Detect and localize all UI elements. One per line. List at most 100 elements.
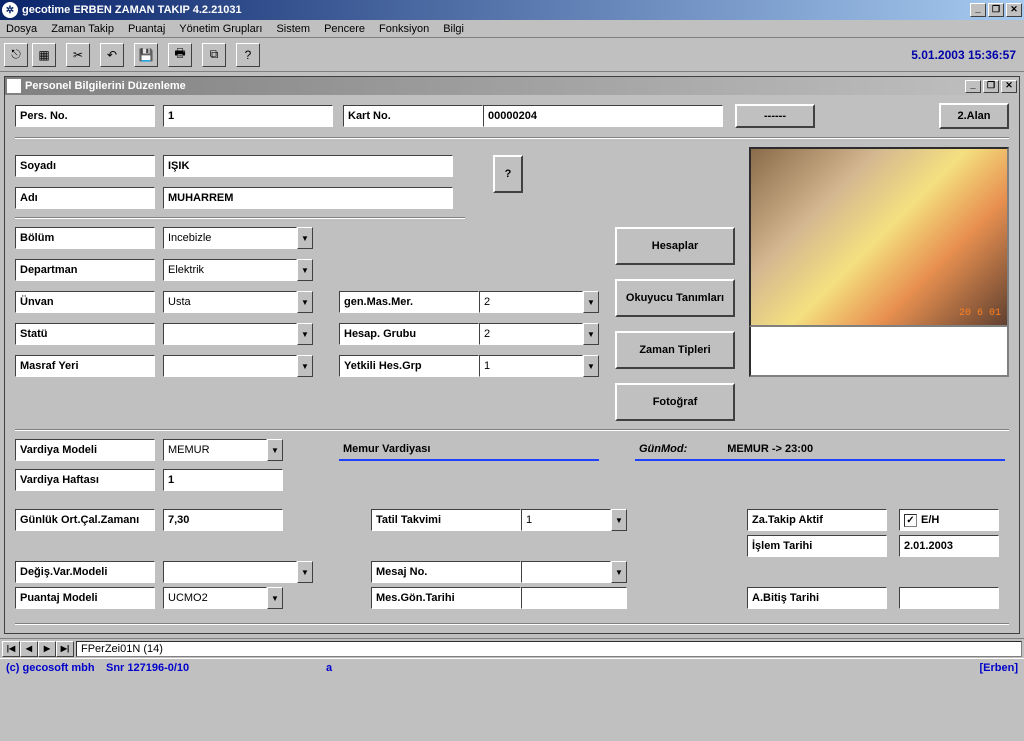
save-icon[interactable]: 💾 [134,43,158,67]
toolbar: ⎋ ▦ ✂ ↶ 💾 🖶 ⧉ ? 5.01.2003 15:36:57 [0,38,1024,72]
dept-field[interactable]: Elektrik [163,259,297,281]
statusbar: (c) gecosoft mbh Snr 127196-0/10 a [Erbe… [0,658,1024,676]
genmas-label: gen.Mas.Mer. [339,291,479,313]
fotograf-button[interactable]: Fotoğraf [615,383,735,421]
mesaj-field[interactable] [521,561,611,583]
unvan-dropdown[interactable]: ▼ [297,291,313,313]
tatil-dropdown[interactable]: ▼ [611,509,627,531]
close-button[interactable]: ✕ [1006,3,1022,17]
vardiya-hafta-field[interactable]: 1 [163,469,283,491]
dash-button[interactable]: ------ [735,104,815,128]
menu-fonksiyon[interactable]: Fonksiyon [379,23,429,35]
hesgrp-field[interactable]: 2 [479,323,583,345]
islem-field[interactable]: 2.01.2003 [899,535,999,557]
abitis-field[interactable] [899,587,999,609]
nav-last-button[interactable]: ▶| [56,641,74,657]
nav-prev-button[interactable]: ◀ [20,641,38,657]
question-button[interactable]: ? [493,155,523,193]
nav-first-button[interactable]: |◀ [2,641,20,657]
record-navbar: |◀ ◀ ▶ ▶| FPerZei01N (14) [0,638,1024,658]
tatil-field[interactable]: 1 [521,509,611,531]
degis-dropdown[interactable]: ▼ [297,561,313,583]
statu-dropdown[interactable]: ▼ [297,323,313,345]
print-icon[interactable]: 🖶 [168,43,192,67]
unvan-field[interactable]: Usta [163,291,297,313]
bolum-dropdown[interactable]: ▼ [297,227,313,249]
photo-caption [749,327,1009,377]
menu-pencere[interactable]: Pencere [324,23,365,35]
alan-button[interactable]: 2.Alan [939,103,1009,129]
child-title: Personel Bilgilerini Düzenleme [25,80,963,92]
menu-bilgi[interactable]: Bilgi [443,23,464,35]
vardiya-model-field[interactable]: MEMUR [163,439,267,461]
titlebar: ✲ gecotime ERBEN ZAMAN TAKIP 4.2.21031 _… [0,0,1024,20]
child-minimize-button[interactable]: _ [965,80,981,93]
gunluk-field[interactable]: 7,30 [163,509,283,531]
degis-field[interactable] [163,561,297,583]
gunmod-value: MEMUR -> 23:00 [727,443,813,455]
pers-no-field[interactable]: 1 [163,105,333,127]
app-icon: ✲ [2,2,18,18]
exit-icon[interactable]: ⎋ [4,43,28,67]
puantaj-dropdown[interactable]: ▼ [267,587,283,609]
puantaj-field[interactable]: UCMO2 [163,587,267,609]
genmas-field[interactable]: 2 [479,291,583,313]
minimize-button[interactable]: _ [970,3,986,17]
abitis-label: A.Bitiş Tarihi [747,587,887,609]
adi-label: Adı [15,187,155,209]
menu-puantaj[interactable]: Puantaj [128,23,165,35]
datetime-display: 5.01.2003 15:36:57 [911,48,1016,62]
dept-label: Departman [15,259,155,281]
okuyucu-button[interactable]: Okuyucu Tanımları [615,279,735,317]
bolum-field[interactable]: Incebizle [163,227,297,249]
vardiya-model-dropdown[interactable]: ▼ [267,439,283,461]
app-title: gecotime ERBEN ZAMAN TAKIP 4.2.21031 [22,4,968,16]
menu-yonetim[interactable]: Yönetim Grupları [179,23,262,35]
mesaj-label: Mesaj No. [371,561,521,583]
hesaplar-button[interactable]: Hesaplar [615,227,735,265]
kart-no-label: Kart No. [343,105,483,127]
zakip-field[interactable]: ✓ E/H [899,509,999,531]
vardiya-model-label: Vardiya Modeli [15,439,155,461]
dept-dropdown[interactable]: ▼ [297,259,313,281]
mesgon-field[interactable] [521,587,627,609]
tatil-label: Tatil Takvimi [371,509,521,531]
masraf-field[interactable] [163,355,297,377]
child-window: Personel Bilgilerini Düzenleme _ ❐ ✕ Per… [4,76,1020,634]
hesgrp-dropdown[interactable]: ▼ [583,323,599,345]
kart-no-field[interactable]: 00000204 [483,105,723,127]
adi-field[interactable]: MUHARREM [163,187,453,209]
zaman-tipleri-button[interactable]: Zaman Tipleri [615,331,735,369]
genmas-dropdown[interactable]: ▼ [583,291,599,313]
yetkiligrp-field[interactable]: 1 [479,355,583,377]
menu-dosya[interactable]: Dosya [6,23,37,35]
mesaj-dropdown[interactable]: ▼ [611,561,627,583]
cut-icon[interactable]: ✂ [66,43,90,67]
gunmod-label: GünMod: [639,443,687,455]
child-close-button[interactable]: ✕ [1001,80,1017,93]
mesgon-label: Mes.Gön.Tarihi [371,587,521,609]
pers-no-label: Pers. No. [15,105,155,127]
soyadi-field[interactable]: IŞIK [163,155,453,177]
help-icon[interactable]: ? [236,43,260,67]
yetkiligrp-dropdown[interactable]: ▼ [583,355,599,377]
yetkiligrp-label: Yetkili Hes.Grp [339,355,479,377]
undo-icon[interactable]: ↶ [100,43,124,67]
grid-icon[interactable]: ▦ [32,43,56,67]
child-titlebar: Personel Bilgilerini Düzenleme _ ❐ ✕ [5,77,1019,95]
form-icon [7,79,21,93]
nav-next-button[interactable]: ▶ [38,641,56,657]
maximize-button[interactable]: ❐ [988,3,1004,17]
statu-field[interactable] [163,323,297,345]
menu-zaman-takip[interactable]: Zaman Takip [51,23,114,35]
child-maximize-button[interactable]: ❐ [983,80,999,93]
copy-icon[interactable]: ⧉ [202,43,226,67]
zakip-check-label: E/H [921,514,939,526]
puantaj-label: Puantaj Modeli [15,587,155,609]
hesgrp-label: Hesap. Grubu [339,323,479,345]
masraf-dropdown[interactable]: ▼ [297,355,313,377]
zakip-label: Za.Takip Aktif [747,509,887,531]
zakip-checkbox[interactable]: ✓ [904,514,917,527]
menu-sistem[interactable]: Sistem [276,23,310,35]
vardiya-hafta-label: Vardiya Haftası [15,469,155,491]
